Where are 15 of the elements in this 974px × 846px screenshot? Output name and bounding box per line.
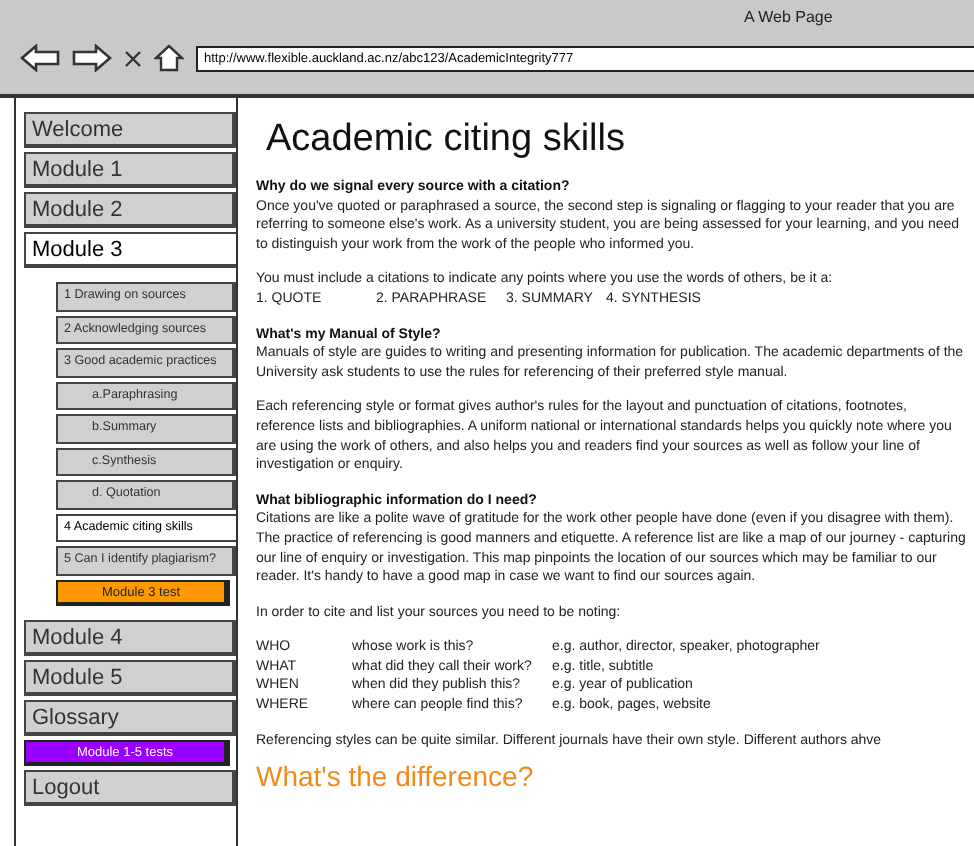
- section-title: What's the difference?: [256, 760, 536, 793]
- nav-item[interactable]: Logout: [24, 769, 236, 805]
- nav-item[interactable]: Welcome: [24, 112, 236, 148]
- nav-item[interactable]: Module 5: [24, 659, 236, 695]
- nav-item[interactable]: Module 1: [24, 152, 236, 188]
- nav-item[interactable]: Module 4: [24, 619, 236, 655]
- nav-item[interactable]: Module 3: [24, 232, 236, 268]
- forward-arrow-icon[interactable]: [72, 44, 112, 72]
- back-arrow-icon[interactable]: [20, 44, 60, 72]
- nav-item[interactable]: Module 2: [24, 192, 236, 228]
- nav-item[interactable]: Glossary: [24, 699, 236, 735]
- home-icon[interactable]: [154, 44, 184, 72]
- page-title: Academic citing skills: [266, 118, 627, 162]
- window-title: A Web Page: [744, 8, 833, 30]
- close-icon[interactable]: [124, 49, 142, 67]
